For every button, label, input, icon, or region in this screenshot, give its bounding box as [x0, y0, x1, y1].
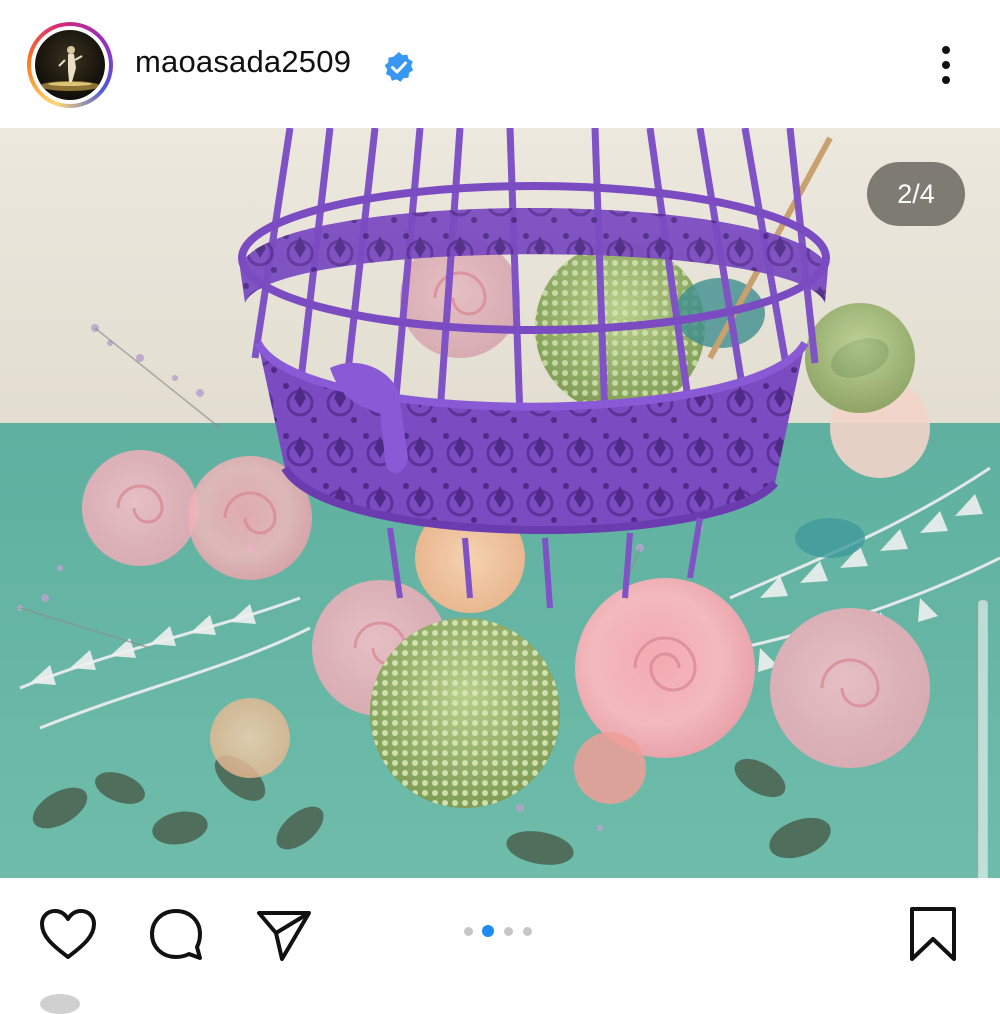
more-vertical-icon[interactable] — [930, 40, 962, 90]
carousel-dot — [504, 927, 513, 936]
username[interactable]: maoasada2509 — [135, 44, 351, 80]
carousel-dot-active — [482, 925, 494, 937]
comment-icon[interactable] — [146, 905, 206, 965]
carousel-indicator — [462, 922, 542, 942]
scrollbar[interactable] — [978, 600, 988, 892]
profile-avatar[interactable] — [35, 30, 105, 100]
slide-counter: 2/4 — [867, 162, 965, 226]
verified-badge-icon — [384, 52, 413, 82]
carousel-dot — [464, 927, 473, 936]
carousel-dot — [523, 927, 532, 936]
avatar-image — [40, 46, 100, 91]
heart-icon[interactable] — [38, 905, 98, 965]
post-header: maoasada2509 — [0, 0, 1000, 128]
next-row-avatar — [40, 994, 80, 1014]
send-icon[interactable] — [254, 905, 314, 965]
story-ring[interactable] — [27, 22, 113, 108]
bookmark-icon[interactable] — [903, 905, 963, 965]
birdcage-flowers-photo — [0, 128, 1000, 878]
post-image[interactable] — [0, 128, 1000, 878]
